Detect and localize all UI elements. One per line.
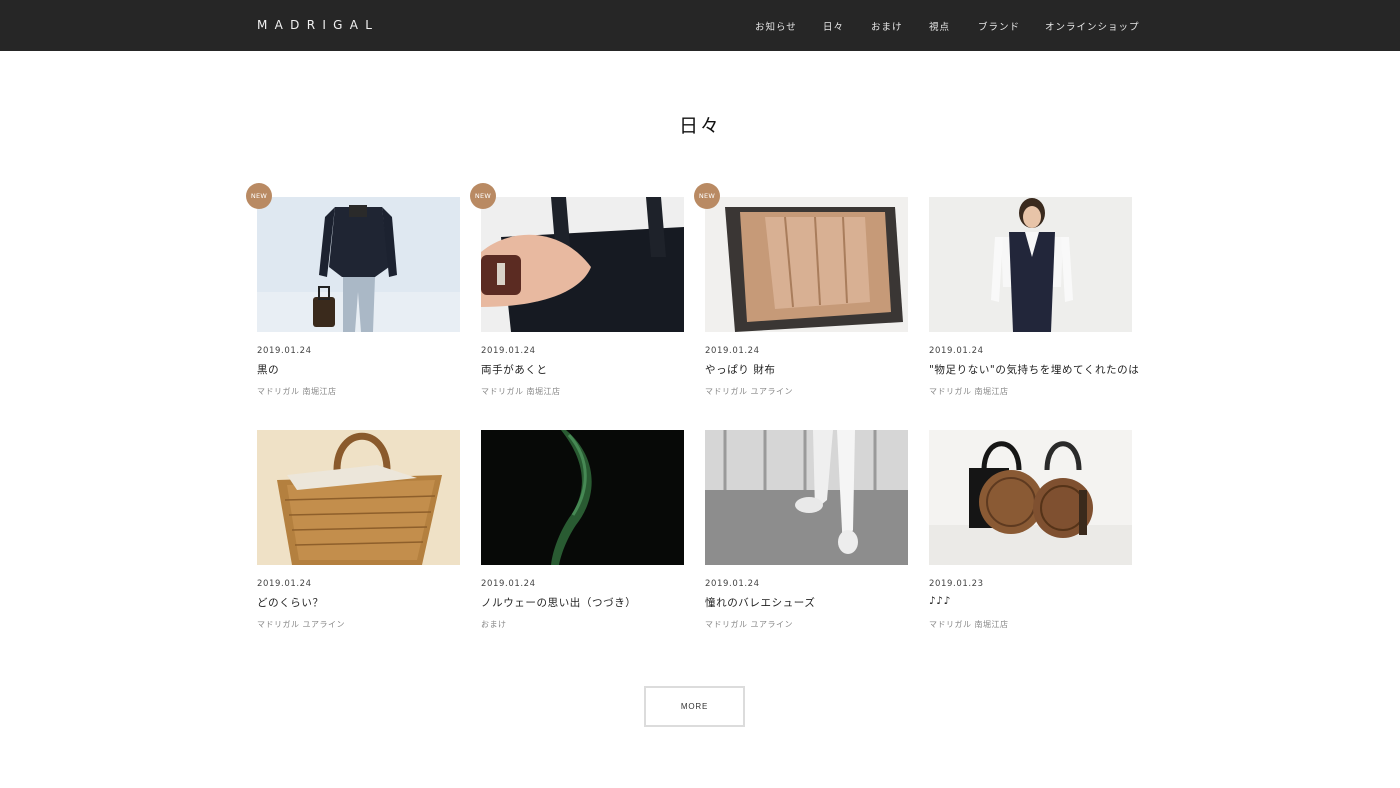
post-date: 2019.01.23 bbox=[929, 579, 984, 589]
ballet-pointe-photo[interactable] bbox=[705, 430, 908, 565]
nav-item-online-shop[interactable]: オンラインショップ bbox=[1045, 19, 1140, 33]
woman-navy-vest-photo[interactable] bbox=[929, 197, 1132, 332]
nav-item-viewpoint[interactable]: 視点 bbox=[929, 19, 950, 33]
site-logo[interactable]: MADRIGAL bbox=[257, 18, 379, 32]
post-author: マドリガル 南堀江店 bbox=[257, 387, 337, 396]
nav-item-news[interactable]: お知らせ bbox=[755, 19, 797, 33]
post-card[interactable]: 2019.01.24 憧れのバレエシューズ マドリガル ユアライン bbox=[705, 430, 908, 629]
post-card[interactable]: 2019.01.24 どのくらい？ マドリガル ユアライン bbox=[257, 430, 460, 629]
post-date: 2019.01.24 bbox=[929, 346, 984, 356]
post-author: マドリガル ユアライン bbox=[705, 620, 794, 629]
post-card[interactable]: NEW 2019.01.24 両手があくと マドリガル 南堀江店 bbox=[470, 183, 684, 396]
aurora-photo[interactable] bbox=[481, 430, 684, 565]
post-card[interactable]: 2019.01.24 ノルウェーの思い出（つづき） おまけ bbox=[481, 430, 684, 629]
leather-wallet-photo[interactable] bbox=[705, 197, 908, 332]
man-dark-jacket-photo[interactable] bbox=[257, 197, 460, 332]
post-date: 2019.01.24 bbox=[705, 579, 760, 589]
new-badge: NEW bbox=[694, 183, 720, 209]
post-date: 2019.01.24 bbox=[257, 346, 312, 356]
nav-item-brand[interactable]: ブランド bbox=[978, 19, 1020, 33]
nav-item-extra[interactable]: おまけ bbox=[871, 19, 903, 33]
post-date: 2019.01.24 bbox=[481, 579, 536, 589]
post-card[interactable]: NEW 2019.01.24 黒の マドリガル 南堀江店 bbox=[246, 183, 460, 396]
post-author: マドリガル 南堀江店 bbox=[929, 620, 1009, 629]
more-button[interactable]: MORE bbox=[644, 686, 745, 727]
post-card[interactable]: 2019.01.24 "物足りない"の気持ちを埋めてくれたのは マドリガル 南堀… bbox=[929, 197, 1139, 396]
post-title[interactable]: 憧れのバレエシューズ bbox=[705, 595, 815, 610]
post-author: マドリガル 南堀江店 bbox=[481, 387, 561, 396]
post-author: マドリガル ユアライン bbox=[257, 620, 346, 629]
new-badge: NEW bbox=[246, 183, 272, 209]
post-date: 2019.01.24 bbox=[257, 579, 312, 589]
post-title[interactable]: ノルウェーの思い出（つづき） bbox=[481, 595, 636, 610]
site-header: MADRIGAL お知らせ 日々 おまけ 視点 ブランド オンラインショップ bbox=[0, 0, 1400, 51]
round-bags-photo[interactable] bbox=[929, 430, 1132, 565]
post-date: 2019.01.24 bbox=[705, 346, 760, 356]
post-author: マドリガル 南堀江店 bbox=[929, 387, 1009, 396]
post-title[interactable]: やっぱり 財布 bbox=[705, 362, 776, 377]
post-card[interactable]: NEW 2019.01.24 やっぱり 財布 マドリガル ユアライン bbox=[694, 183, 908, 396]
post-title[interactable]: 両手があくと bbox=[481, 362, 548, 377]
post-date: 2019.01.24 bbox=[481, 346, 536, 356]
post-author: マドリガル ユアライン bbox=[705, 387, 794, 396]
wicker-basket-photo[interactable] bbox=[257, 430, 460, 565]
page-title: 日々 bbox=[678, 115, 721, 137]
post-title[interactable]: どのくらい？ bbox=[257, 595, 324, 610]
post-card[interactable]: 2019.01.23 ♪♪♪ マドリガル 南堀江店 bbox=[929, 430, 1132, 629]
nav-item-daily[interactable]: 日々 bbox=[823, 19, 844, 33]
post-title[interactable]: 黒の bbox=[257, 362, 279, 377]
post-author: おまけ bbox=[481, 620, 507, 629]
post-title[interactable]: ♪♪♪ bbox=[929, 595, 951, 607]
hand-tote-bag-photo[interactable] bbox=[481, 197, 684, 332]
new-badge: NEW bbox=[470, 183, 496, 209]
post-title[interactable]: "物足りない"の気持ちを埋めてくれたのは bbox=[929, 362, 1139, 377]
